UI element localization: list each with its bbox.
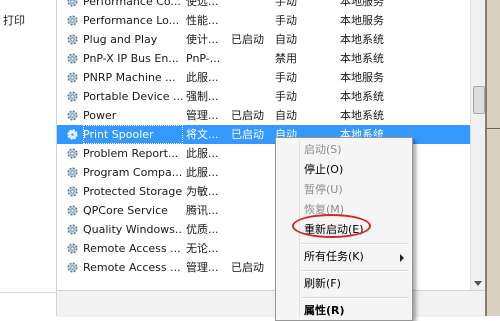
service-name: Problem Report... — [83, 147, 179, 160]
service-logon-as: 本地系统 — [340, 109, 384, 122]
window-right-edge — [485, 0, 500, 316]
service-status: 已启动 — [231, 128, 264, 141]
service-name: Program Compa... — [83, 166, 183, 179]
left-pane-divider — [0, 292, 56, 293]
service-description: 此服... — [186, 147, 219, 160]
gear-icon — [67, 15, 78, 26]
bottom-strip — [57, 290, 485, 317]
service-startup-type: 手动 — [275, 0, 297, 8]
menu-item-refresh[interactable]: 刷新(F) — [304, 274, 404, 294]
service-description: 管理... — [186, 109, 219, 122]
service-name: Performance Co... — [83, 0, 181, 8]
service-startup-type: 自动 — [275, 33, 297, 46]
menu-item-resume[interactable]: 恢复(M) — [304, 200, 404, 220]
service-description: 优质... — [186, 223, 219, 236]
menu-item-all-tasks[interactable]: 所有任务(K) — [304, 247, 404, 267]
service-name: Print Spooler — [83, 125, 183, 144]
service-status: 已启动 — [231, 109, 264, 122]
service-startup-type: 手动 — [275, 71, 297, 84]
service-name: Protected Storage — [83, 185, 183, 198]
service-description: 此服... — [186, 71, 219, 84]
service-row[interactable]: Portable Device ... 强制... 手动 本地系统 — [57, 87, 470, 106]
service-startup-type: 自动 — [275, 109, 297, 122]
menu-item-stop[interactable]: 停止(O) — [304, 160, 404, 180]
service-name: Portable Device ... — [83, 90, 183, 103]
service-row[interactable]: Performance Co... 使远... 手动 本地服务 — [57, 0, 470, 11]
menu-separator — [302, 243, 409, 245]
service-row[interactable]: Performance Lo... 性能... 手动 本地服务 — [57, 11, 470, 30]
menu-item-pause[interactable]: 暂停(U) — [304, 180, 404, 200]
menu-item-properties[interactable]: 属性(R) — [304, 301, 404, 321]
service-name: Remote Access ... — [83, 242, 181, 255]
gear-icon — [67, 186, 78, 197]
service-description: 管理... — [186, 261, 219, 274]
service-logon-as: 本地服务 — [340, 14, 384, 27]
service-startup-type: 禁用 — [275, 52, 297, 65]
vertical-scrollbar[interactable] — [470, 0, 485, 290]
menu-item-restart[interactable]: 重新启动(E) — [304, 220, 404, 240]
gear-icon — [67, 34, 78, 45]
service-name: Quality Windows... — [83, 223, 183, 236]
service-name: QPCore Service — [83, 204, 168, 217]
window-edge-notch — [487, 128, 500, 135]
service-description: 为敏... — [186, 185, 219, 198]
scrollbar-thumb[interactable] — [473, 86, 485, 114]
menu-item-start[interactable]: 启动(S) — [304, 140, 404, 160]
gear-icon — [67, 167, 78, 178]
service-name: Plug and Play — [83, 33, 158, 46]
gear-icon — [67, 110, 78, 121]
gear-icon — [67, 224, 78, 235]
menu-item-all-tasks-label: 所有任务(K) — [304, 250, 364, 263]
menu-gutter — [299, 140, 300, 318]
gear-icon — [67, 72, 78, 83]
service-row[interactable]: Plug and Play 使计... 已启动 自动 本地系统 — [57, 30, 470, 49]
service-name: Performance Lo... — [83, 14, 180, 27]
service-description: 性能... — [186, 14, 219, 27]
context-menu: 启动(S) 停止(O) 暂停(U) 恢复(M) 重新启动(E) 所有任务(K) … — [275, 137, 413, 321]
service-description: 无论... — [186, 242, 219, 255]
service-row[interactable]: Power 管理... 已启动 自动 本地系统 — [57, 106, 470, 125]
menu-separator — [302, 270, 409, 272]
service-startup-type: 手动 — [275, 14, 297, 27]
service-logon-as: 本地服务 — [340, 71, 384, 84]
service-logon-as: 本地服务 — [340, 0, 384, 8]
gear-icon — [67, 129, 78, 140]
service-status: 已启动 — [231, 33, 264, 46]
left-pane: 打印 — [0, 0, 57, 316]
service-name: Power — [83, 109, 117, 122]
gear-icon — [67, 53, 78, 64]
scroll-down-arrow-icon[interactable] — [474, 281, 482, 286]
gear-icon — [67, 205, 78, 216]
gear-icon — [67, 262, 78, 273]
service-logon-as: 本地系统 — [340, 90, 384, 103]
service-description: 腾讯... — [186, 204, 219, 217]
service-name: Remote Access ... — [83, 261, 181, 274]
service-description: 使远... — [186, 0, 219, 8]
service-description: 强制... — [186, 90, 219, 103]
service-row[interactable]: PNRP Machine ... 此服... 手动 本地服务 — [57, 68, 470, 87]
service-startup-type: 手动 — [275, 90, 297, 103]
service-row[interactable]: PnP-X IP Bus En... PnP-... 禁用 本地系统 — [57, 49, 470, 68]
service-status: 已启动 — [231, 261, 264, 274]
service-description: PnP-... — [186, 52, 221, 65]
service-name: PnP-X IP Bus En... — [83, 52, 179, 65]
chevron-right-icon — [400, 254, 404, 262]
gear-icon — [67, 243, 78, 254]
service-description: 使计... — [186, 33, 219, 46]
gear-icon — [67, 0, 78, 7]
service-name: PNRP Machine ... — [83, 71, 176, 84]
service-logon-as: 本地系统 — [340, 33, 384, 46]
gear-icon — [67, 91, 78, 102]
service-description: 此服... — [186, 166, 219, 179]
service-description: 将文... — [186, 128, 219, 141]
gear-icon — [67, 148, 78, 159]
service-logon-as: 本地系统 — [340, 52, 384, 65]
left-pane-text: 打印 — [3, 14, 25, 27]
menu-separator — [302, 297, 409, 299]
